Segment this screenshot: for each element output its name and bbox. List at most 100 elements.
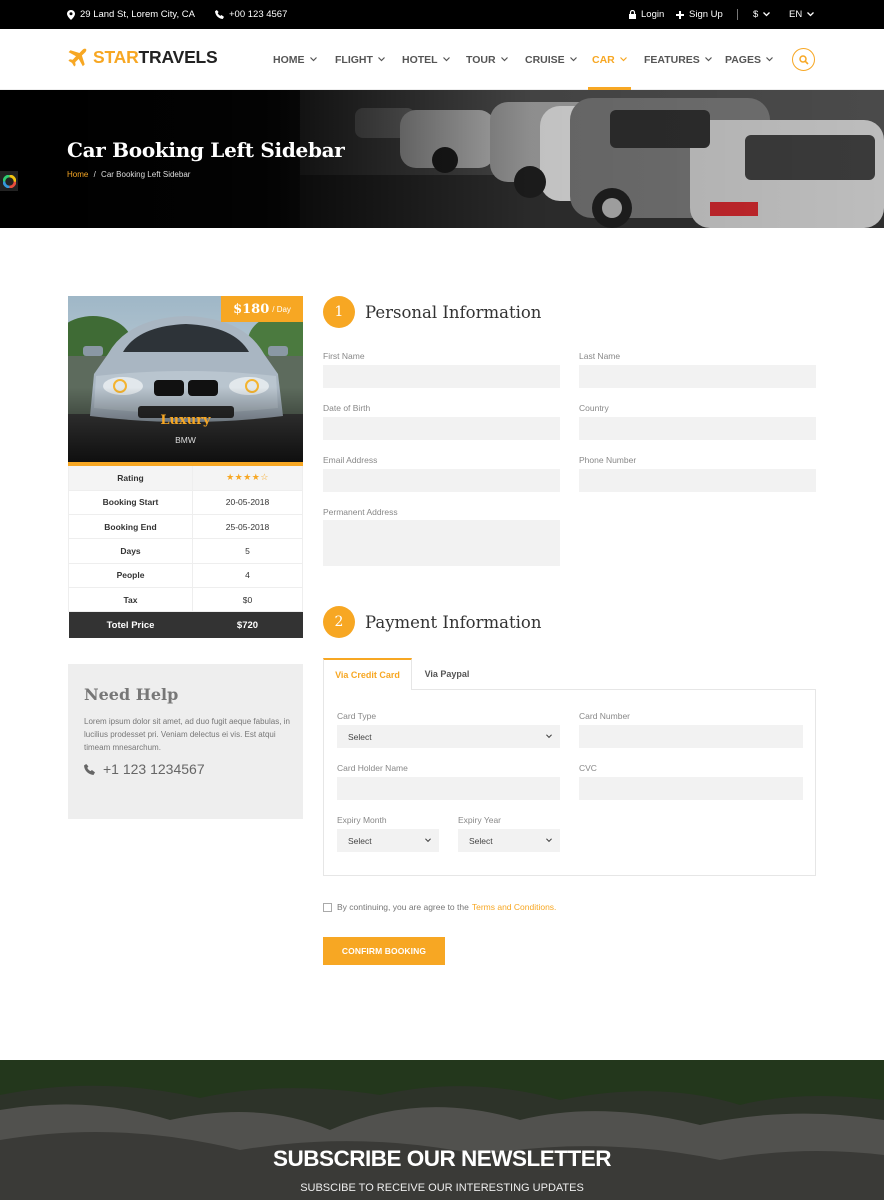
nav-features-label: FEATURES: [644, 53, 700, 66]
phone-text: +00 123 4567: [229, 9, 288, 20]
address-label: Permanent Address: [323, 507, 398, 517]
language-select[interactable]: EN: [789, 0, 815, 29]
row-value: 5: [192, 538, 303, 564]
holder-input[interactable]: [337, 777, 560, 800]
total-value: $720: [192, 611, 303, 638]
car-summary-card: $180 / Day Luxury BMW Rating ★★★★☆ Booki…: [68, 296, 303, 638]
nav-tour[interactable]: TOUR: [466, 29, 508, 90]
nav-home[interactable]: HOME: [273, 29, 317, 90]
chevron-down-icon: [425, 838, 431, 843]
first-name-input[interactable]: [323, 365, 560, 388]
dob-label: Date of Birth: [323, 403, 371, 413]
nav-cruise-label: CRUISE: [525, 53, 565, 66]
tab-paypal[interactable]: Via Paypal: [412, 658, 482, 690]
row-label: Booking End: [68, 514, 193, 540]
total-row: Totel Price $720: [68, 611, 303, 638]
logo-text-travels: TRAVELS: [138, 47, 218, 67]
holder-label: Card Holder Name: [337, 763, 408, 773]
exp-month-select[interactable]: Select: [337, 829, 439, 852]
chevron-down-icon: [309, 57, 317, 62]
country-label: Country: [579, 403, 609, 413]
nav-home-label: HOME: [273, 53, 305, 66]
step-number: 2: [323, 606, 355, 638]
login-link[interactable]: Login: [629, 0, 664, 29]
page-title: Car Booking Left Sidebar: [67, 138, 345, 162]
chevron-down-icon: [377, 57, 385, 62]
chevron-down-icon: [500, 57, 508, 62]
newsletter-subtitle: SUBSCIBE TO RECEIVE OUR INTERESTING UPDA…: [300, 1182, 584, 1194]
confirm-booking-button[interactable]: CONFIRM BOOKING: [323, 937, 445, 965]
email-input[interactable]: [323, 469, 560, 492]
table-row: Booking Start 20-05-2018: [68, 490, 303, 516]
table-row: Booking End 25-05-2018: [68, 514, 303, 540]
row-value: 20-05-2018: [192, 490, 303, 516]
terms-checkbox[interactable]: [323, 902, 332, 912]
section-title: Personal Information: [365, 302, 542, 322]
section-title: Payment Information: [365, 612, 542, 632]
first-name-label: First Name: [323, 351, 365, 361]
breadcrumb-current: Car Booking Left Sidebar: [101, 170, 191, 179]
last-name-input[interactable]: [579, 365, 816, 388]
chevron-down-icon: [546, 734, 552, 739]
divider: [737, 9, 738, 20]
rating-label: Rating: [68, 466, 193, 491]
nav-tour-label: TOUR: [466, 53, 496, 66]
row-value: 4: [192, 563, 303, 588]
card-number-input[interactable]: [579, 725, 803, 748]
step-number: 1: [323, 296, 355, 328]
address-item: 29 Land St, Lorem City, CA: [67, 0, 195, 29]
phone-label: Phone Number: [579, 455, 637, 465]
nav-flight[interactable]: FLIGHT: [335, 29, 385, 90]
breadcrumb: Home / Car Booking Left Sidebar: [67, 170, 190, 179]
nav-hotel-label: HOTEL: [402, 53, 438, 66]
row-value: 25-05-2018: [192, 514, 303, 540]
terms-link[interactable]: Terms and Conditions.: [472, 902, 557, 912]
card-type-select[interactable]: Select: [337, 725, 560, 748]
table-row: People 4: [68, 563, 303, 588]
nav-hotel[interactable]: HOTEL: [402, 29, 450, 90]
chevron-down-icon: [807, 12, 815, 17]
country-input[interactable]: [579, 417, 816, 440]
cvc-label: CVC: [579, 763, 597, 773]
dob-input[interactable]: [323, 417, 560, 440]
table-row: Days 5: [68, 538, 303, 564]
cvc-input[interactable]: [579, 777, 803, 800]
help-text: Lorem ipsum dolor sit amet, ad duo fugit…: [84, 717, 290, 752]
tab-credit-card[interactable]: Via Credit Card: [323, 658, 412, 690]
plane-icon: [68, 48, 87, 66]
exp-year-select[interactable]: Select: [458, 829, 560, 852]
exp-year-label: Expiry Year: [458, 815, 501, 825]
email-label: Email Address: [323, 455, 378, 465]
nav-features[interactable]: FEATURES: [644, 29, 712, 90]
exp-month-value: Select: [348, 835, 372, 846]
rating-value: ★★★★☆: [192, 466, 303, 491]
nav-car[interactable]: CAR: [588, 29, 631, 90]
nav-pages[interactable]: PAGES: [725, 29, 773, 90]
nav-pages-label: PAGES: [725, 53, 761, 66]
top-bar: 29 Land St, Lorem City, CA +00 123 4567 …: [0, 0, 884, 29]
row-label: Tax: [68, 587, 193, 613]
card-type-label: Card Type: [337, 711, 377, 721]
nav-flight-label: FLIGHT: [335, 53, 373, 66]
car-class: Luxury: [160, 413, 211, 428]
row-label: Booking Start: [68, 490, 193, 516]
address-textarea[interactable]: [323, 520, 560, 566]
currency-select[interactable]: $: [753, 0, 771, 29]
search-button[interactable]: [792, 48, 815, 71]
currency-label: $: [753, 9, 759, 20]
color-switcher-button[interactable]: [0, 171, 18, 191]
breadcrumb-home[interactable]: Home: [67, 170, 88, 179]
search-icon: [798, 54, 809, 65]
signup-link[interactable]: Sign Up: [676, 0, 723, 29]
help-phone[interactable]: +1 123 1234567: [84, 761, 205, 777]
signup-label[interactable]: Sign Up: [689, 9, 723, 20]
card-number-label: Card Number: [579, 711, 631, 721]
card-type-value: Select: [348, 731, 372, 742]
login-label[interactable]: Login: [641, 9, 664, 20]
help-title: Need Help: [84, 685, 179, 704]
table-row: Tax $0: [68, 587, 303, 613]
site-logo[interactable]: STAR TRAVELS: [67, 47, 218, 68]
need-help-box: Need Help Lorem ipsum dolor sit amet, ad…: [68, 664, 303, 819]
nav-cruise[interactable]: CRUISE: [525, 29, 577, 90]
phone-input[interactable]: [579, 469, 816, 492]
